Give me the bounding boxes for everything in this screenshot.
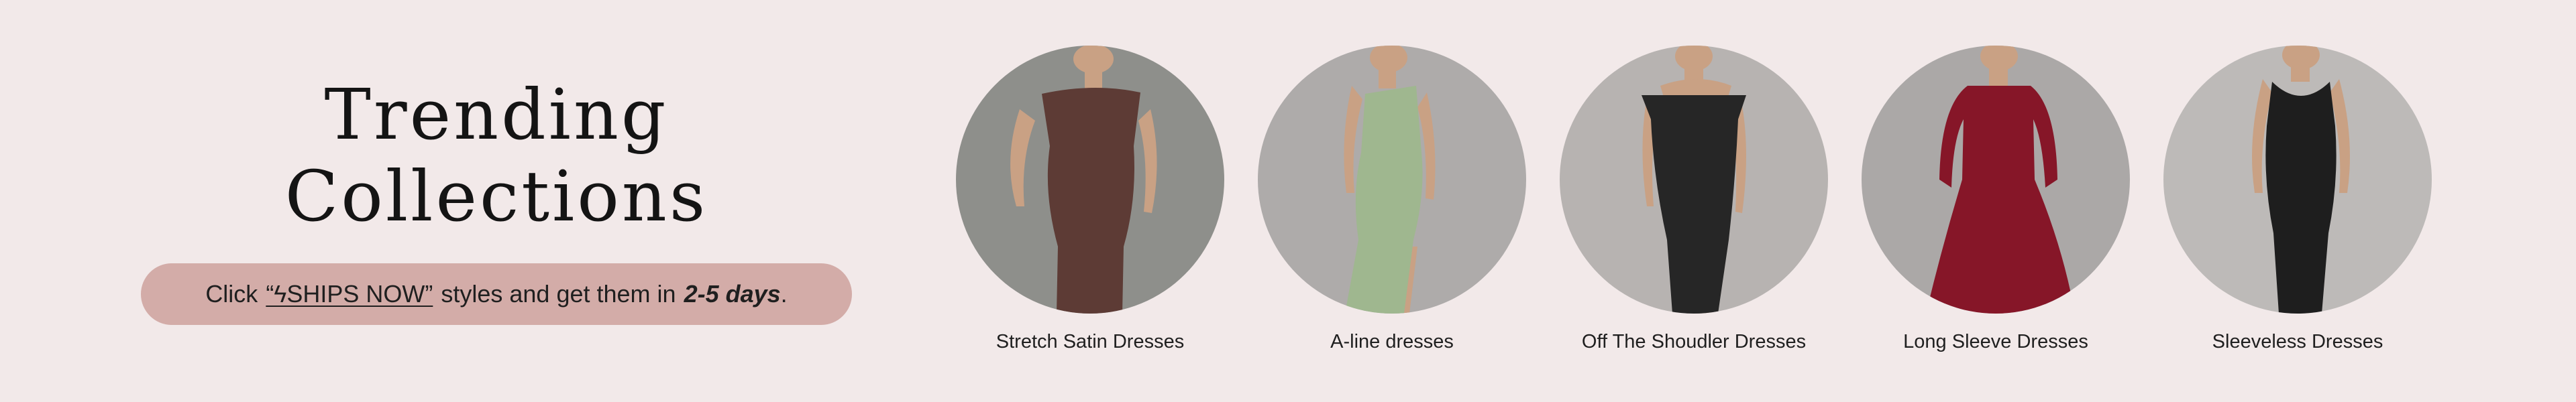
title-line-2: Collections [284, 155, 708, 237]
promo-prefix: Click [205, 280, 258, 308]
collection-image-sleeveless[interactable] [2163, 46, 2432, 314]
promo-suffix: . [780, 280, 788, 308]
hero-section: Trending Collections Click “ϟSHIPS NOW” … [0, 0, 926, 402]
collection-image-off-shoulder[interactable] [1560, 46, 1828, 314]
collection-label[interactable]: Long Sleeve Dresses [1845, 331, 2147, 353]
collection-image-stretch-satin[interactable] [956, 46, 1224, 314]
dress-image [956, 46, 1224, 314]
collection-label[interactable]: Stretch Satin Dresses [939, 331, 1241, 353]
page-title: Trending Collections [134, 74, 859, 237]
collection-card-a-line[interactable]: A-line dresses [1241, 46, 1543, 367]
collection-label[interactable]: Sleeveless Dresses [2147, 331, 2449, 353]
collection-card-sleeveless[interactable]: Sleeveless Dresses [2147, 46, 2449, 367]
ships-now-promo-button[interactable]: Click “ϟSHIPS NOW” styles and get them i… [141, 263, 852, 325]
collection-label[interactable]: Off The Shoudler Dresses [1543, 331, 1845, 353]
dress-image [1862, 46, 2130, 314]
collection-card-off-shoulder[interactable]: Off The Shoudler Dresses [1543, 46, 1845, 367]
collection-image-long-sleeve[interactable] [1862, 46, 2130, 314]
collection-image-a-line[interactable] [1258, 46, 1526, 314]
dress-image [1258, 46, 1526, 314]
title-line-1: Trending [324, 74, 669, 155]
dress-image [2163, 46, 2432, 314]
collections-row: Stretch Satin Dresses A-line dresses Off… [939, 0, 2482, 402]
collection-card-long-sleeve[interactable]: Long Sleeve Dresses [1845, 46, 2147, 367]
promo-days: 2-5 days [684, 280, 781, 308]
collection-label[interactable]: A-line dresses [1241, 331, 1543, 353]
dress-image [1560, 46, 1828, 314]
ships-now-link[interactable]: “ϟSHIPS NOW” [266, 280, 433, 308]
collection-card-stretch-satin[interactable]: Stretch Satin Dresses [939, 46, 1241, 367]
promo-middle: styles and get them in [441, 280, 676, 308]
